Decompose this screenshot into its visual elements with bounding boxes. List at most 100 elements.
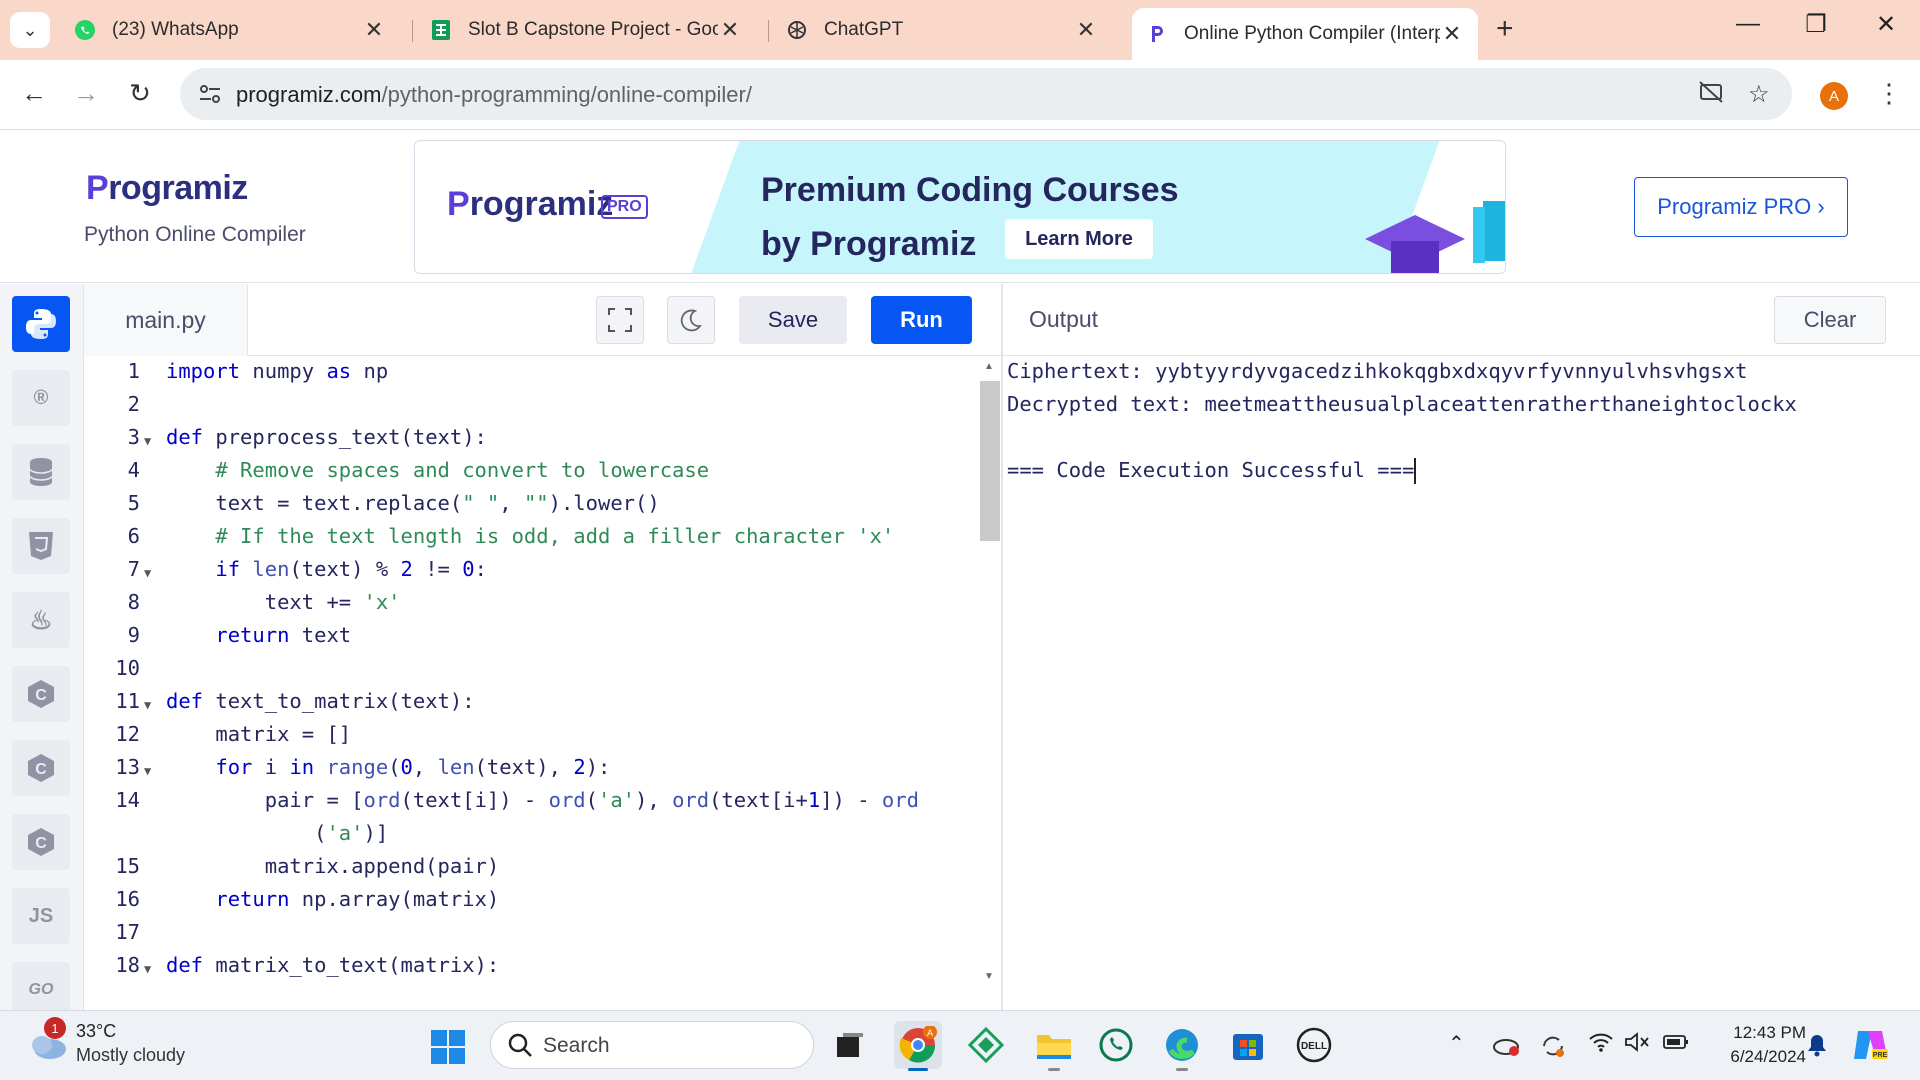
code-line[interactable]: 2 bbox=[84, 392, 984, 425]
show-hidden-icons-chevron-icon[interactable]: ⌃ bbox=[1448, 1031, 1465, 1056]
code-line[interactable]: 7 ▼ if len(text) % 2 != 0: bbox=[84, 557, 984, 590]
taskbar-app-chrome[interactable]: A bbox=[894, 1021, 942, 1071]
fullscreen-button[interactable] bbox=[596, 296, 644, 344]
tracking-protection-icon[interactable] bbox=[1698, 80, 1724, 111]
taskbar-app-file-explorer[interactable] bbox=[1030, 1021, 1078, 1071]
profile-avatar[interactable]: A bbox=[1820, 82, 1848, 110]
sidebar-item-go[interactable]: GO bbox=[12, 962, 70, 1010]
code-line[interactable]: 12 matrix = [] bbox=[84, 722, 984, 755]
code-line[interactable]: 15 matrix.append(pair) bbox=[84, 854, 984, 887]
weather-condition[interactable]: Mostly cloudy bbox=[76, 1045, 185, 1066]
notification-bell-icon[interactable] bbox=[1806, 1033, 1828, 1063]
browser-tab-strip: ⌄ (23) WhatsApp ✕ Slot B Capstone Projec… bbox=[0, 0, 1920, 60]
close-icon[interactable]: ✕ bbox=[1440, 21, 1464, 47]
tab-search-button[interactable]: ⌄ bbox=[10, 12, 50, 48]
taskbar-search[interactable]: Search bbox=[490, 1021, 814, 1069]
code-line[interactable]: 11 ▼ def text_to_matrix(text): bbox=[84, 689, 984, 722]
sidebar-item-java[interactable]: ♨ bbox=[12, 592, 70, 648]
code-line[interactable]: 4 # Remove spaces and convert to lowerca… bbox=[84, 458, 984, 491]
taskbar-app-dell[interactable]: DELL bbox=[1290, 1021, 1338, 1069]
sidebar-item-csharp[interactable]: C bbox=[12, 814, 70, 870]
close-icon[interactable]: ✕ bbox=[362, 17, 386, 43]
restore-button[interactable]: ❐ bbox=[1796, 10, 1836, 39]
fold-toggle-icon[interactable]: ▼ bbox=[144, 764, 151, 778]
bookmark-star-icon[interactable]: ☆ bbox=[1748, 80, 1770, 109]
sidebar-item-c[interactable]: C bbox=[12, 666, 70, 722]
minimize-button[interactable]: — bbox=[1728, 10, 1768, 38]
scroll-up-icon[interactable]: ▲ bbox=[984, 361, 994, 372]
sidebar-item-python[interactable] bbox=[12, 296, 70, 352]
chevron-down-icon: ⌄ bbox=[22, 19, 38, 40]
taskbar-app-store[interactable] bbox=[1224, 1021, 1272, 1069]
code-editor[interactable]: 1 import numpy as np 2 3 ▼ def preprocess_tex… bbox=[84, 357, 984, 1010]
sidebar-item-cpp[interactable]: C bbox=[12, 740, 70, 796]
output-console[interactable]: Ciphertext: yybtyyrdyvgacedzihkokqgbxdxq… bbox=[1003, 357, 1920, 1010]
taskbar-app-green[interactable] bbox=[962, 1021, 1010, 1069]
clear-button[interactable]: Clear bbox=[1774, 296, 1886, 344]
fold-toggle-icon[interactable]: ▼ bbox=[144, 566, 151, 580]
save-button[interactable]: Save bbox=[739, 296, 847, 344]
close-window-button[interactable]: ✕ bbox=[1866, 10, 1906, 39]
sidebar-item-r[interactable]: ® bbox=[12, 370, 70, 426]
programiz-pro-button[interactable]: Programiz PRO › bbox=[1634, 177, 1848, 237]
code-line[interactable]: 17 bbox=[84, 920, 984, 953]
code-line[interactable]: ('a')] bbox=[84, 821, 984, 854]
tab-slot-b-capstone[interactable]: Slot B Capstone Project - Googl ✕ bbox=[416, 8, 756, 52]
code-line[interactable]: 1 import numpy as np bbox=[84, 359, 984, 392]
fold-toggle-icon[interactable]: ▼ bbox=[144, 434, 151, 448]
code-line[interactable]: 13 ▼ for i in range(0, len(text), 2): bbox=[84, 755, 984, 788]
fold-toggle-icon[interactable]: ▼ bbox=[144, 698, 151, 712]
battery-icon[interactable] bbox=[1662, 1031, 1690, 1059]
code-line[interactable]: 3 ▼ def preprocess_text(text): bbox=[84, 425, 984, 458]
code-line[interactable]: 6 # If the text length is odd, add a fil… bbox=[84, 524, 984, 557]
taskbar-app-whatsapp[interactable] bbox=[1092, 1021, 1140, 1069]
windows-start-icon[interactable] bbox=[430, 1029, 466, 1065]
theme-toggle-button[interactable] bbox=[667, 296, 715, 344]
sidebar-item-javascript[interactable]: JS bbox=[12, 888, 70, 944]
forward-button[interactable]: → bbox=[66, 78, 106, 109]
svg-text:C: C bbox=[35, 835, 47, 852]
back-button[interactable]: ← bbox=[14, 78, 54, 109]
fold-toggle-icon[interactable]: ▼ bbox=[144, 962, 151, 976]
editor-scrollbar[interactable]: ▲ ▼ bbox=[980, 357, 1000, 990]
scroll-down-icon[interactable]: ▼ bbox=[984, 971, 994, 982]
close-icon[interactable]: ✕ bbox=[718, 17, 742, 43]
sidebar-item-html[interactable] bbox=[12, 518, 70, 574]
wifi-icon[interactable] bbox=[1588, 1031, 1614, 1059]
code-line[interactable]: 14 pair = [ord(text[i]) - ord('a'), ord(… bbox=[84, 788, 984, 821]
onedrive-icon[interactable] bbox=[1492, 1035, 1520, 1057]
sidebar-item-sql[interactable] bbox=[12, 444, 70, 500]
taskbar-app-taskview[interactable] bbox=[826, 1021, 874, 1069]
address-bar[interactable]: programiz.com/python-programming/online-… bbox=[180, 68, 1792, 120]
tab-chatgpt[interactable]: ChatGPT ✕ bbox=[772, 8, 1112, 52]
learn-more-button[interactable]: Learn More bbox=[1005, 219, 1153, 259]
code-line[interactable]: 9 return text bbox=[84, 623, 984, 656]
new-tab-button[interactable]: + bbox=[1496, 12, 1514, 46]
browser-menu-icon[interactable]: ⋮ bbox=[1876, 78, 1902, 109]
code-line[interactable]: 18 ▼ def matrix_to_text(matrix): bbox=[84, 953, 984, 986]
chatgpt-icon bbox=[786, 19, 808, 41]
site-info-icon[interactable] bbox=[196, 82, 224, 106]
page-subtitle: Python Online Compiler bbox=[84, 223, 306, 246]
volume-muted-icon[interactable] bbox=[1624, 1031, 1650, 1059]
tab-whatsapp[interactable]: (23) WhatsApp ✕ bbox=[60, 8, 400, 52]
reload-button[interactable]: ↻ bbox=[120, 78, 160, 109]
running-indicator bbox=[1048, 1068, 1060, 1071]
editor-toolbar: main.py Save Run bbox=[84, 284, 1001, 356]
taskbar-app-edge[interactable] bbox=[1158, 1021, 1206, 1071]
tab-online-python-compiler[interactable]: Online Python Compiler (Interp ✕ bbox=[1132, 8, 1478, 60]
taskbar-clock[interactable]: 12:43 PM 6/24/2024 bbox=[1696, 1021, 1806, 1069]
scrollbar-thumb[interactable] bbox=[980, 381, 1000, 541]
promo-banner[interactable]: Programiz PRO Premium Coding Courses by … bbox=[414, 140, 1506, 274]
run-button[interactable]: Run bbox=[871, 296, 972, 344]
code-line[interactable]: 10 bbox=[84, 656, 984, 689]
weather-temperature[interactable]: 33°C bbox=[76, 1021, 116, 1042]
sync-icon[interactable] bbox=[1540, 1033, 1566, 1059]
close-icon[interactable]: ✕ bbox=[1074, 17, 1098, 43]
code-line[interactable]: 16 return np.array(matrix) bbox=[84, 887, 984, 920]
code-line[interactable]: 5 text = text.replace(" ", "").lower() bbox=[84, 491, 984, 524]
programiz-logo[interactable]: Programiz bbox=[86, 169, 248, 208]
code-line[interactable]: 8 text += 'x' bbox=[84, 590, 984, 623]
file-tab-main-py[interactable]: main.py bbox=[84, 284, 248, 356]
copilot-icon[interactable]: PRE bbox=[1850, 1027, 1890, 1069]
